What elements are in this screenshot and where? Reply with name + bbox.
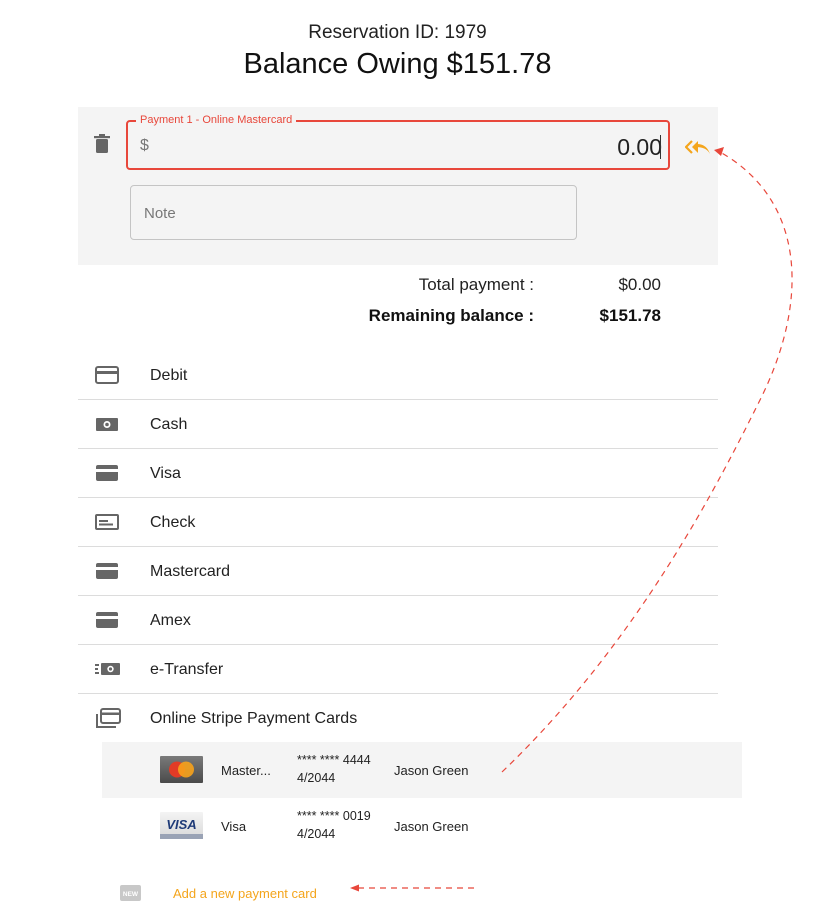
add-payment-card-link[interactable]: Add a new payment card [173,886,317,901]
payment-amount-input[interactable]: 0.00 [560,134,662,161]
balance-owing: Balance Owing $151.78 [243,48,552,80]
payment-method-check[interactable]: Check [78,498,718,547]
credit-card-icon [95,366,119,384]
card-holder: Jason Green [394,763,469,778]
card-holder: Jason Green [394,819,469,834]
svg-text:VISA: VISA [166,817,196,832]
card-icon [96,465,118,481]
svg-text:NEW: NEW [123,891,139,898]
remaining-balance-label: Remaining balance : [368,306,534,325]
check-icon [95,514,119,530]
payment-legend: Payment 1 - Online Mastercard [136,114,297,126]
payment-method-visa[interactable]: Visa [78,449,718,498]
reservation-id: Reservation ID: 1979 [308,22,487,43]
card-stack-icon [96,708,121,728]
visa-logo: VISA [160,812,203,839]
card-expiry: 4/2044 [297,827,336,841]
payment-method-label: Check [150,514,196,531]
online-stripe-section[interactable]: Online Stripe Payment Cards [78,694,718,742]
payment-method-debit[interactable]: Debit [78,351,718,400]
card-brand: Master... [221,763,271,778]
payment-method-mastercard[interactable]: Mastercard [78,547,718,596]
payment-method-amex[interactable]: Amex [78,596,718,645]
total-payment-value: $0.00 [618,275,661,294]
online-stripe-label: Online Stripe Payment Cards [150,710,358,727]
note-field[interactable] [130,185,577,240]
payment-method-label: Cash [150,416,188,433]
reply-all-icon[interactable] [685,138,711,156]
trash-icon[interactable] [94,134,110,154]
payment-method-label: Mastercard [150,563,231,580]
payment-method-label: e-Transfer [150,661,224,678]
payment-method-e-transfer[interactable]: e-Transfer [78,645,718,694]
payment-method-label: Visa [150,465,181,482]
text-cursor [660,135,661,159]
payment-method-label: Amex [150,612,191,629]
remaining-balance-value: $151.78 [599,306,661,325]
total-payment-label: Total payment : [418,275,534,294]
card-number: **** **** 4444 [297,753,371,767]
payment-method-cash[interactable]: Cash [78,400,718,449]
new-badge-icon: NEW [120,885,141,901]
saved-card-row[interactable]: VISA Visa **** **** 0019 4/2044 Jason Gr… [102,798,742,854]
saved-card-row[interactable]: Master... **** **** 4444 4/2044 Jason Gr… [102,742,742,798]
note-placeholder: Note [144,205,176,222]
payment-method-label: Debit [150,367,188,384]
cash-icon [96,418,118,431]
card-expiry: 4/2044 [297,771,336,785]
card-number: **** **** 0019 [297,809,371,823]
card-brand: Visa [221,819,247,834]
currency-symbol: $ [140,137,149,154]
card-icon [96,612,118,628]
card-icon [96,563,118,579]
e-transfer-icon [95,663,120,675]
mastercard-logo [160,756,203,783]
